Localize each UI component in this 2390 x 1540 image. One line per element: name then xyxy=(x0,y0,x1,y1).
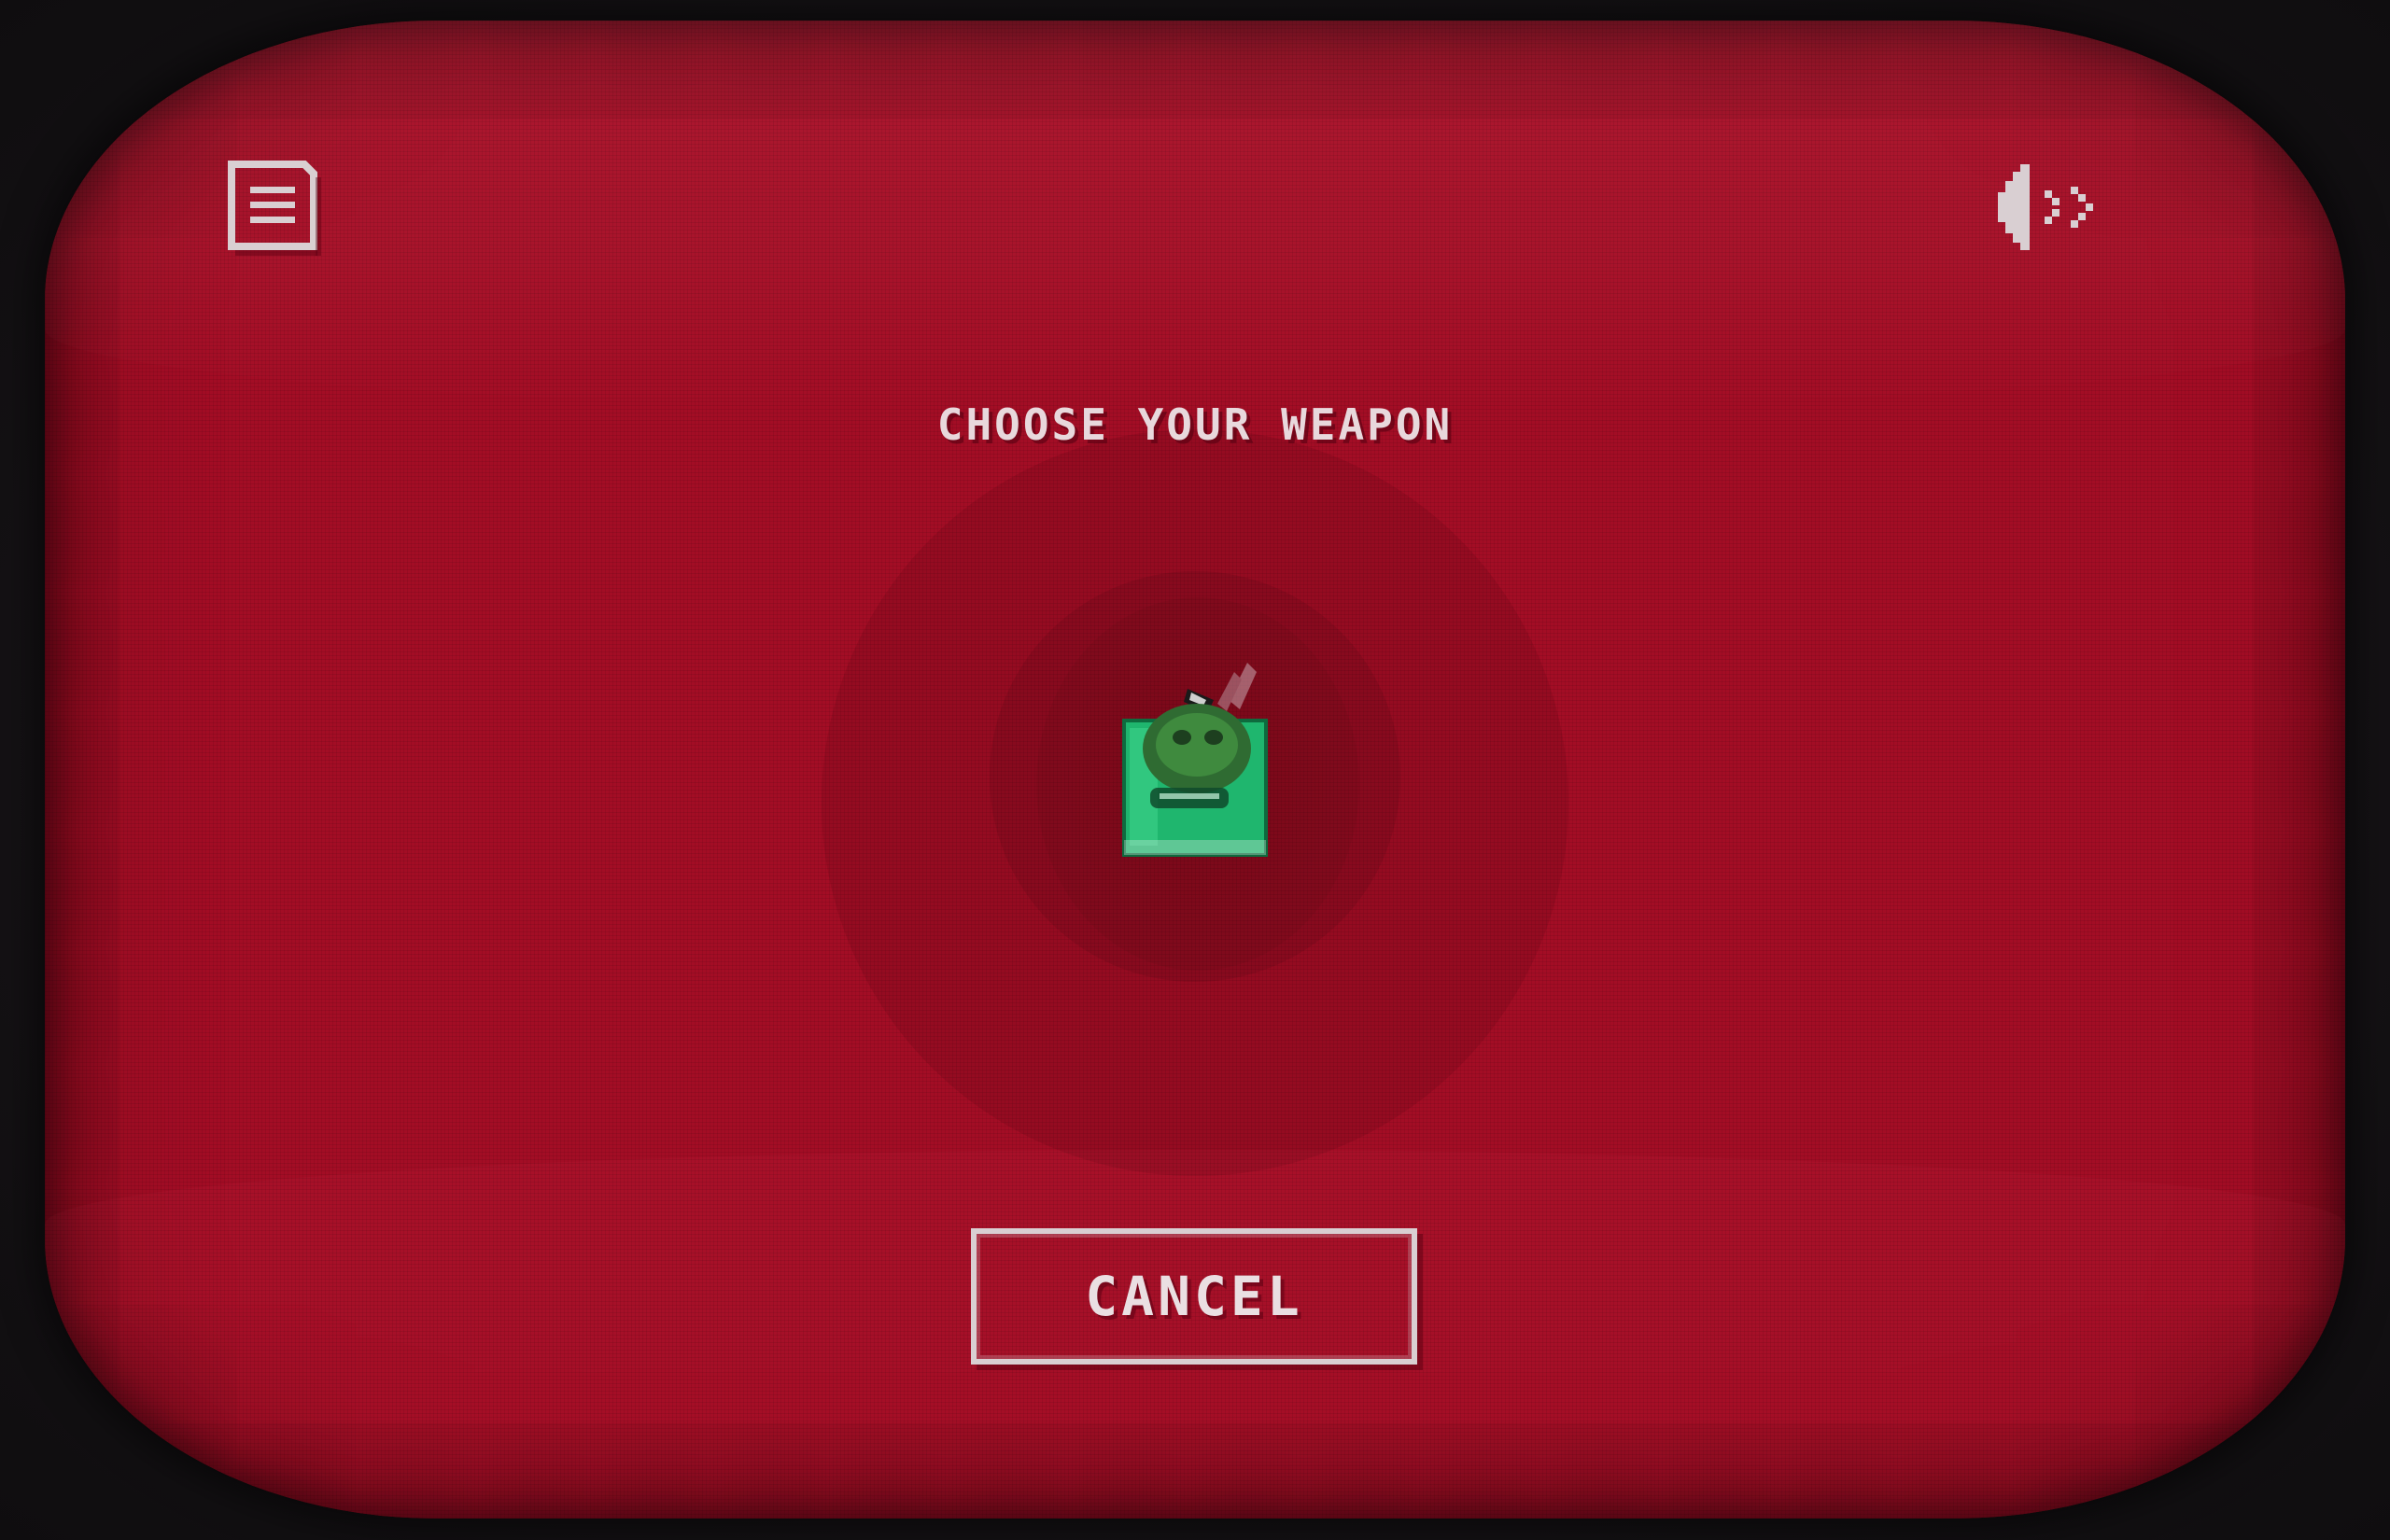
green-potion-jar-icon xyxy=(1122,663,1268,857)
page-title: CHOOSE YOUR WEAPON xyxy=(936,399,1454,450)
menu-button[interactable] xyxy=(224,159,321,256)
weapon-option[interactable] xyxy=(1117,644,1275,859)
cancel-button[interactable]: CANCEL xyxy=(971,1228,1417,1365)
sound-on-icon xyxy=(1998,164,2093,250)
sound-toggle-button[interactable] xyxy=(1989,157,2101,259)
menu-list-icon xyxy=(228,161,321,256)
cancel-button-label: CANCEL xyxy=(1085,1265,1303,1328)
